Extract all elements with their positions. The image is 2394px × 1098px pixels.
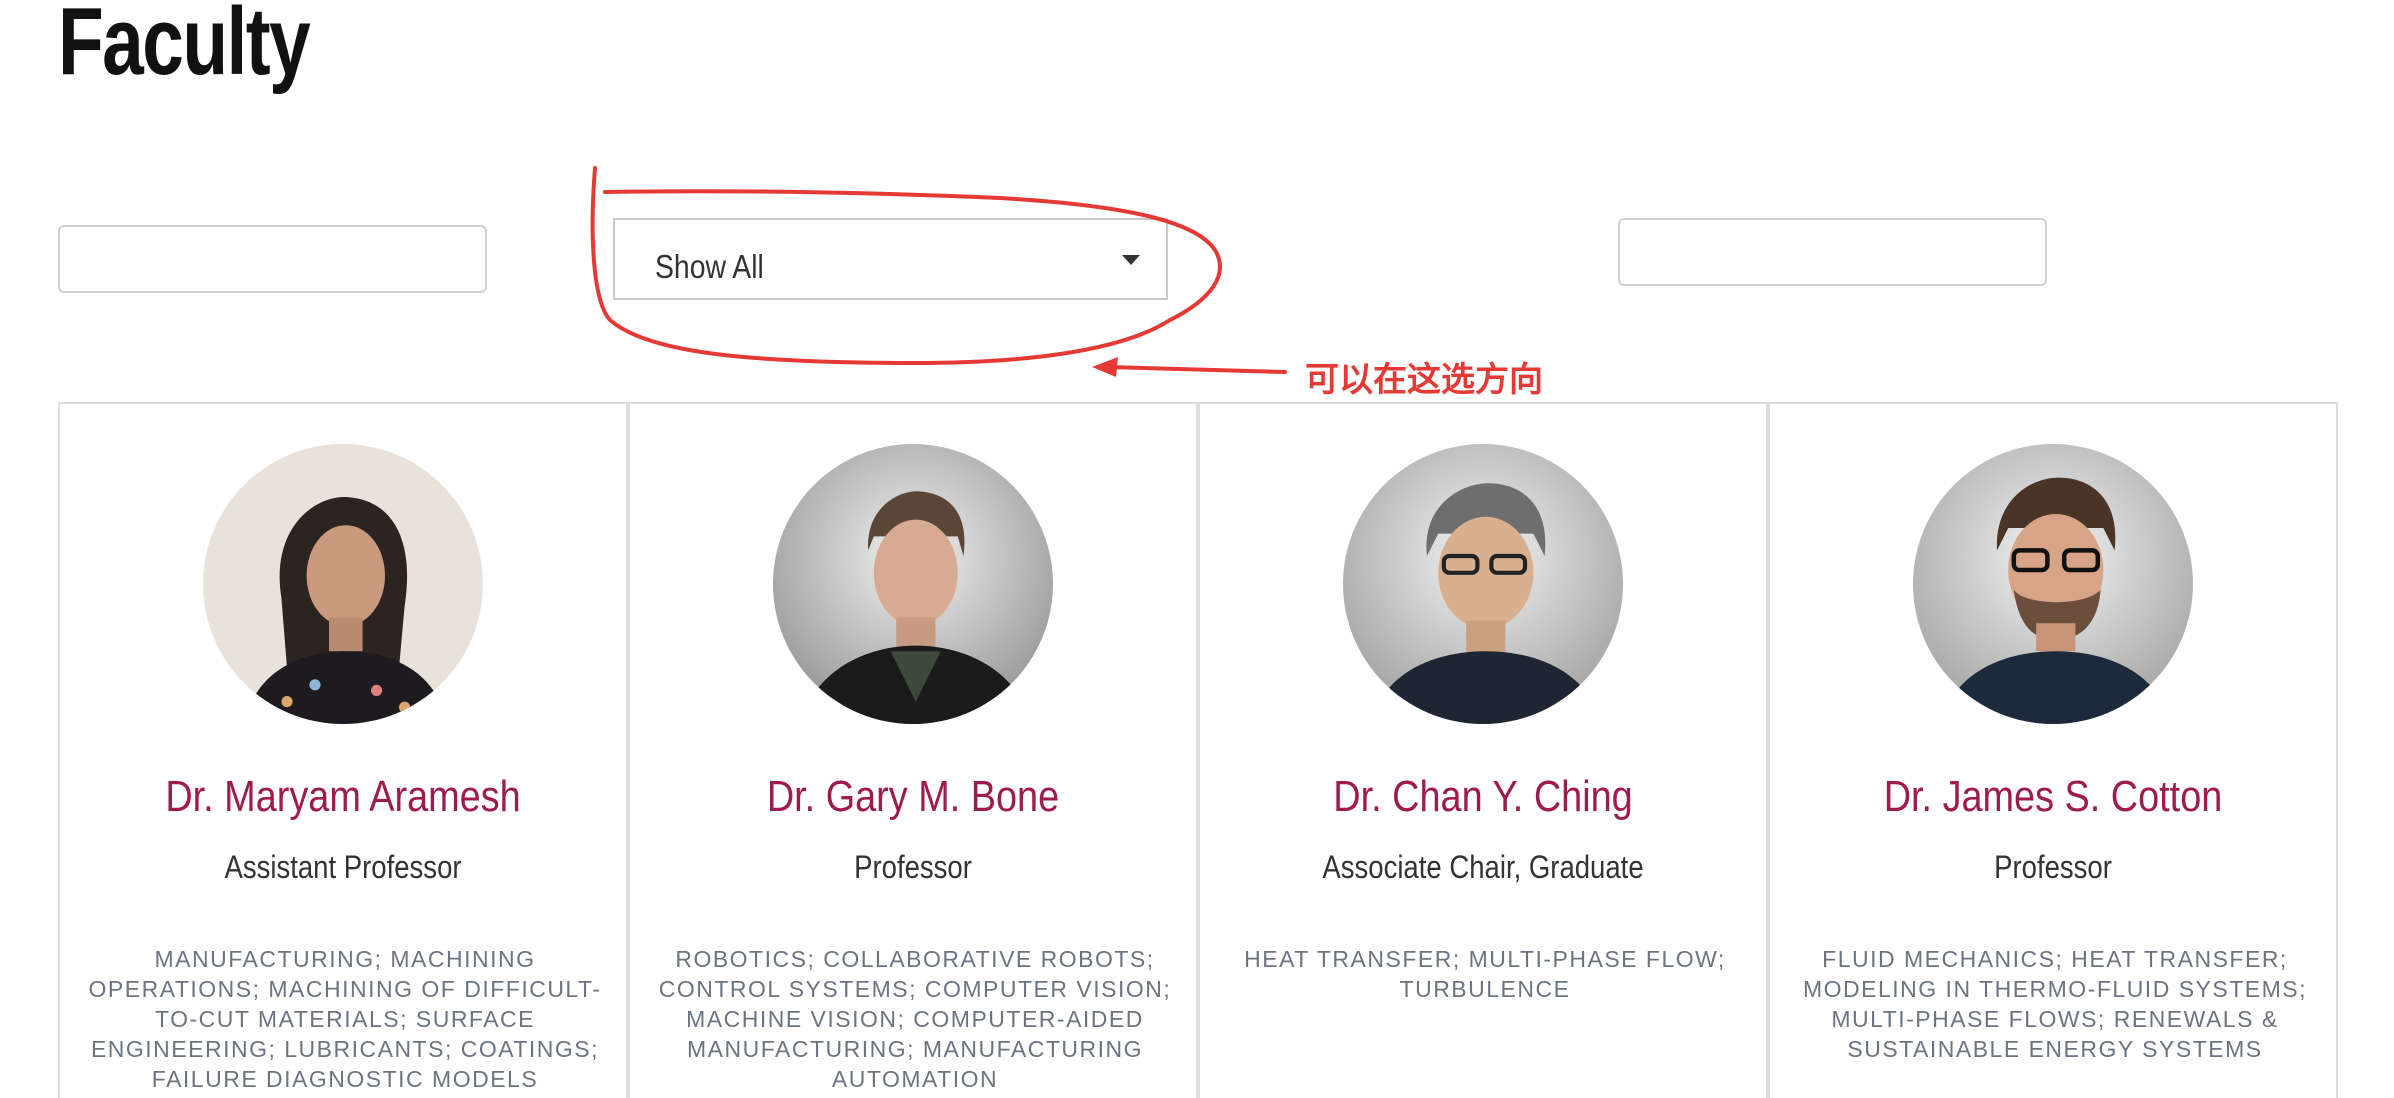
faculty-title: Professor (854, 849, 972, 885)
portrait-photo-icon (773, 444, 1053, 724)
faculty-name[interactable]: Dr. Maryam Aramesh (100, 772, 587, 822)
faculty-research-areas: FLUID MECHANICS; HEAT TRANSFER; MODELING… (1802, 946, 2307, 1062)
portrait-photo-icon (203, 444, 483, 724)
faculty-title: Professor (1994, 849, 2112, 885)
faculty-name[interactable]: Dr. Gary M. Bone (670, 772, 1157, 822)
annotation-arrow-line (1106, 365, 1287, 374)
direction-select-value: Show All (655, 248, 764, 285)
faculty-card[interactable]: Dr. James S. Cotton Professor FLUID MECH… (1768, 402, 2338, 1098)
faculty-card-list: Dr. Maryam Aramesh Assistant Professor M… (58, 402, 2339, 1098)
faculty-title: Associate Chair, Graduate (1322, 849, 1644, 885)
avatar[interactable] (203, 444, 483, 724)
caret-down-icon[interactable] (1122, 255, 1140, 265)
faculty-research-areas: ROBOTICS; COLLABORATIVE ROBOTS; CONTROL … (658, 946, 1172, 1092)
avatar[interactable] (1343, 444, 1623, 724)
faculty-research-areas: MANUFACTURING; MACHINING OPERATIONS; MAC… (88, 946, 602, 1092)
annotation-arrow-head (1092, 357, 1118, 377)
faculty-card[interactable]: Dr. Gary M. Bone Professor ROBOTICS; COL… (628, 402, 1198, 1098)
faculty-card[interactable]: Dr. Maryam Aramesh Assistant Professor M… (58, 402, 628, 1098)
faculty-title: Assistant Professor (224, 849, 462, 885)
faculty-card[interactable]: Dr. Chan Y. Ching Associate Chair, Gradu… (1198, 402, 1768, 1098)
page-title: Faculty (58, 0, 311, 95)
annotation-note: 可以在这选方向 (1305, 360, 1543, 400)
portrait-photo-icon (1343, 444, 1623, 724)
avatar[interactable] (1913, 444, 2193, 724)
faculty-name[interactable]: Dr. Chan Y. Ching (1240, 772, 1727, 822)
avatar[interactable] (773, 444, 1053, 724)
search-input-left[interactable] (58, 225, 487, 293)
search-input-right[interactable] (1618, 218, 2047, 286)
faculty-research-areas: HEAT TRANSFER; MULTI-PHASE FLOW; TURBULE… (1244, 946, 1726, 1002)
faculty-name[interactable]: Dr. James S. Cotton (1810, 772, 2297, 822)
portrait-photo-icon (1913, 444, 2193, 724)
direction-select[interactable]: Show All (613, 218, 1168, 300)
